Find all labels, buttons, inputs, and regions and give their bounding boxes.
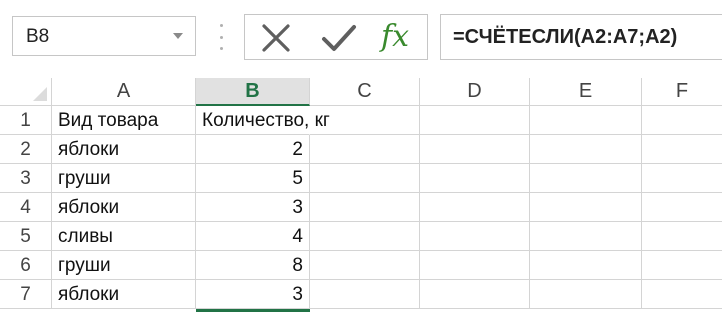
- cell-b3[interactable]: 5: [196, 164, 310, 193]
- column-header-f[interactable]: F: [642, 78, 722, 106]
- enter-button[interactable]: [321, 21, 357, 55]
- chevron-down-icon[interactable]: [173, 33, 183, 39]
- column-header-e[interactable]: E: [530, 78, 642, 106]
- cell-a3[interactable]: груши: [52, 164, 196, 193]
- row-header-2[interactable]: 2: [0, 135, 52, 164]
- row-header-3[interactable]: 3: [0, 164, 52, 193]
- row-header-4[interactable]: 4: [0, 193, 52, 222]
- cell-b4[interactable]: 3: [196, 193, 310, 222]
- cell-d6[interactable]: [420, 251, 530, 280]
- cell-e3[interactable]: [530, 164, 642, 193]
- cell-b6[interactable]: 8: [196, 251, 310, 280]
- cell-f4[interactable]: [642, 193, 722, 222]
- formula-text: =СЧЁТЕСЛИ(A2:A7;A2): [453, 26, 678, 48]
- name-box[interactable]: B8: [12, 16, 196, 56]
- cell-e5[interactable]: [530, 222, 642, 251]
- cell-a1[interactable]: Вид товара: [52, 106, 196, 135]
- cell-c6[interactable]: [310, 251, 420, 280]
- cell-f3[interactable]: [642, 164, 722, 193]
- cell-f6[interactable]: [642, 251, 722, 280]
- cancel-button[interactable]: [259, 21, 293, 55]
- cell-a5[interactable]: сливы: [52, 222, 196, 251]
- cell-c3[interactable]: [310, 164, 420, 193]
- cell-d1[interactable]: [420, 106, 530, 135]
- cell-a4[interactable]: яблоки: [52, 193, 196, 222]
- formula-bar: B8 fx =СЧЁТЕСЛИ(A2:A7;A2): [0, 0, 722, 72]
- cell-a6[interactable]: груши: [52, 251, 196, 280]
- cell-e6[interactable]: [530, 251, 642, 280]
- cell-b5[interactable]: 4: [196, 222, 310, 251]
- cell-c7[interactable]: [310, 280, 420, 309]
- cell-c4[interactable]: [310, 193, 420, 222]
- cell-c5[interactable]: [310, 222, 420, 251]
- checkmark-icon: [322, 25, 356, 51]
- cell-d4[interactable]: [420, 193, 530, 222]
- column-header-d[interactable]: D: [420, 78, 530, 106]
- cell-a2[interactable]: яблоки: [52, 135, 196, 164]
- close-x-icon: [262, 24, 290, 52]
- cell-e1[interactable]: [530, 106, 642, 135]
- cell-e4[interactable]: [530, 193, 642, 222]
- row-header-6[interactable]: 6: [0, 251, 52, 280]
- cell-d7[interactable]: [420, 280, 530, 309]
- formula-bar-splitter[interactable]: [220, 24, 224, 50]
- cell-b2[interactable]: 2: [196, 135, 310, 164]
- column-header-a[interactable]: A: [52, 78, 196, 106]
- formula-input[interactable]: =СЧЁТЕСЛИ(A2:A7;A2): [440, 14, 722, 60]
- row-header-5[interactable]: 5: [0, 222, 52, 251]
- row-header-7[interactable]: 7: [0, 280, 52, 309]
- select-all-button[interactable]: [0, 78, 52, 106]
- name-box-value: B8: [26, 26, 50, 47]
- cell-f2[interactable]: [642, 135, 722, 164]
- cell-e7[interactable]: [530, 280, 642, 309]
- insert-function-button[interactable]: fx: [377, 19, 421, 55]
- column-header-b[interactable]: B: [196, 78, 310, 106]
- insert-function-icon: fx: [381, 19, 410, 54]
- cell-a7[interactable]: яблоки: [52, 280, 196, 309]
- spreadsheet-grid: A B C D E F 1 Вид товара Количество, кг …: [0, 78, 722, 312]
- cell-f5[interactable]: [642, 222, 722, 251]
- cell-d2[interactable]: [420, 135, 530, 164]
- column-header-c[interactable]: C: [310, 78, 420, 106]
- formula-buttons: fx: [244, 14, 428, 60]
- row-header-1[interactable]: 1: [0, 106, 52, 135]
- cell-f1[interactable]: [642, 106, 722, 135]
- cell-b7[interactable]: 3: [196, 280, 310, 309]
- cell-c1[interactable]: [310, 106, 420, 135]
- cell-d5[interactable]: [420, 222, 530, 251]
- cell-f7[interactable]: [642, 280, 722, 309]
- cell-e2[interactable]: [530, 135, 642, 164]
- cell-c2[interactable]: [310, 135, 420, 164]
- cell-d3[interactable]: [420, 164, 530, 193]
- cell-b1[interactable]: Количество, кг: [196, 106, 330, 135]
